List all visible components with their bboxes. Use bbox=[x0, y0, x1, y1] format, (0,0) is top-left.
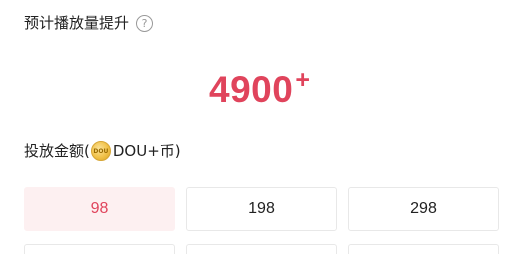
amount-label-prefix: 投放金额( bbox=[24, 142, 90, 160]
amount-option-partial[interactable] bbox=[348, 244, 499, 254]
amount-option-partial[interactable] bbox=[24, 244, 175, 254]
estimate-label: 预计播放量提升 bbox=[24, 14, 130, 32]
amount-label-suffix: ) bbox=[174, 142, 181, 160]
amount-option-98[interactable]: 98 bbox=[24, 187, 175, 231]
estimated-views-plus: + bbox=[295, 66, 310, 94]
amount-option-198[interactable]: 198 bbox=[186, 187, 337, 231]
amount-header: 投放金额( DOU DOU+币 ) bbox=[24, 140, 181, 162]
estimate-header: 预计播放量提升 ? bbox=[24, 12, 154, 34]
estimated-views: 4900+ bbox=[0, 52, 519, 126]
dou-coin-icon: DOU bbox=[90, 141, 111, 161]
amount-option-partial[interactable] bbox=[186, 244, 337, 254]
amount-currency-label: DOU+币 bbox=[112, 142, 175, 160]
amount-options-next-row bbox=[24, 244, 510, 254]
amount-option-298[interactable]: 298 bbox=[348, 187, 499, 231]
estimated-views-value: 4900 bbox=[209, 69, 294, 110]
question-mark-icon[interactable]: ? bbox=[136, 14, 154, 32]
amount-options: 98 198 298 bbox=[24, 187, 499, 231]
